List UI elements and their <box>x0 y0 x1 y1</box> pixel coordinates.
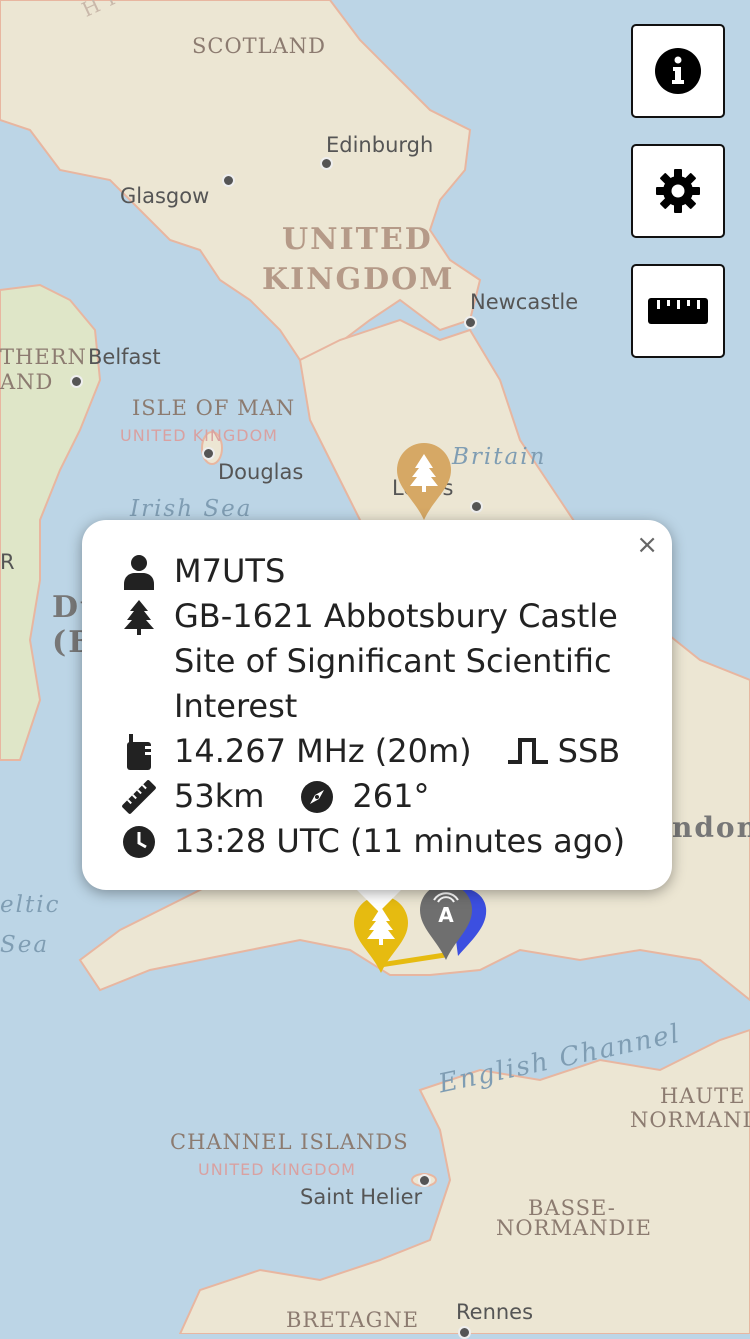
map-label-rennes: Rennes <box>456 1300 534 1324</box>
ruler-small-icon <box>122 774 156 819</box>
map-label-united: UNITED <box>282 222 433 257</box>
park-row: GB-1621 Abbotsbury Castle Site of Signif… <box>122 594 644 729</box>
map-label-bretagne: BRETAGNE <box>286 1308 420 1332</box>
ruler-icon <box>648 298 708 324</box>
map-label-belfast: Belfast <box>88 345 161 369</box>
map-label-normandie: NORMANDIE <box>630 1108 750 1132</box>
city-dot-glasgow <box>222 174 235 187</box>
map-label-glasgow: Glasgow <box>120 184 210 208</box>
callsign: M7UTS <box>174 552 286 590</box>
settings-button[interactable] <box>631 144 725 238</box>
spot-popup: × M7UTS GB-1621 Abbotsbury Castle Site o… <box>82 520 672 890</box>
frequency-row: 14.267 MHz (20m) SSB <box>122 729 620 774</box>
city-dot-newcastle <box>464 316 477 329</box>
radio-icon <box>122 729 156 774</box>
user-icon <box>122 549 156 594</box>
info-icon <box>655 48 701 94</box>
city-dot-edinburgh <box>320 157 333 170</box>
map-label-celtic-2: Sea <box>0 932 50 958</box>
map-label-newcastle: Newcastle <box>470 290 579 314</box>
spot-time: 13:28 UTC (11 minutes ago) <box>174 822 626 860</box>
compass-icon <box>300 774 334 819</box>
time-row: 13:28 UTC (11 minutes ago) <box>122 819 625 864</box>
city-dot-douglas <box>202 447 215 460</box>
tree-icon <box>122 594 156 639</box>
map-label-basse-normandie: NORMANDIE <box>496 1216 652 1240</box>
frequency: 14.267 MHz (20m) <box>174 732 472 770</box>
park-name[interactable]: GB-1621 Abbotsbury Castle Site of Signif… <box>174 594 644 729</box>
park-marker[interactable] <box>395 442 453 522</box>
map-label-channel-islands-uk: UNITED KINGDOM <box>198 1160 356 1179</box>
map-label-northern-2: AND <box>0 370 54 394</box>
ruler-button[interactable] <box>631 264 725 358</box>
info-button[interactable] <box>631 24 725 118</box>
gear-icon <box>656 169 700 213</box>
map-label-isle-of-man: ISLE OF MAN <box>132 396 296 420</box>
map-label-britain: Britain <box>452 444 547 470</box>
city-dot-leeds <box>470 500 483 513</box>
distance: 53km <box>174 777 265 815</box>
city-dot-rennes <box>458 1326 471 1339</box>
map-label-london-part: ndon <box>672 811 750 844</box>
callsign-row: M7UTS <box>122 549 285 594</box>
map-label-isle-of-man-uk: UNITED KINGDOM <box>120 426 278 445</box>
map-label-celtic-1: eltic <box>0 892 61 918</box>
mode-icon <box>506 729 550 774</box>
station-marker[interactable]: A <box>418 882 474 962</box>
map-label-channel-islands: CHANNEL ISLANDS <box>170 1130 409 1154</box>
map-label-edinburgh: Edinburgh <box>326 133 434 157</box>
map-label-northern-1: THERN <box>0 345 87 369</box>
map-label-scotland: SCOTLAND <box>192 34 326 58</box>
map-label-r-edge: R <box>0 550 15 574</box>
city-dot-belfast <box>70 375 83 388</box>
svg-text:A: A <box>438 903 454 927</box>
map-label-douglas: Douglas <box>218 460 304 484</box>
distance-row: 53km 261° <box>122 774 430 819</box>
map-label-irish-sea: Irish Sea <box>130 496 253 522</box>
map-label-saint-helier: Saint Helier <box>300 1185 423 1209</box>
mode: SSB <box>557 732 621 770</box>
clock-icon <box>122 819 156 864</box>
bearing: 261° <box>352 777 430 815</box>
popup-tip <box>355 888 403 912</box>
map-label-haute: HAUTE <box>660 1084 746 1108</box>
map-label-kingdom: KINGDOM <box>262 262 455 297</box>
close-button[interactable]: × <box>636 530 658 560</box>
